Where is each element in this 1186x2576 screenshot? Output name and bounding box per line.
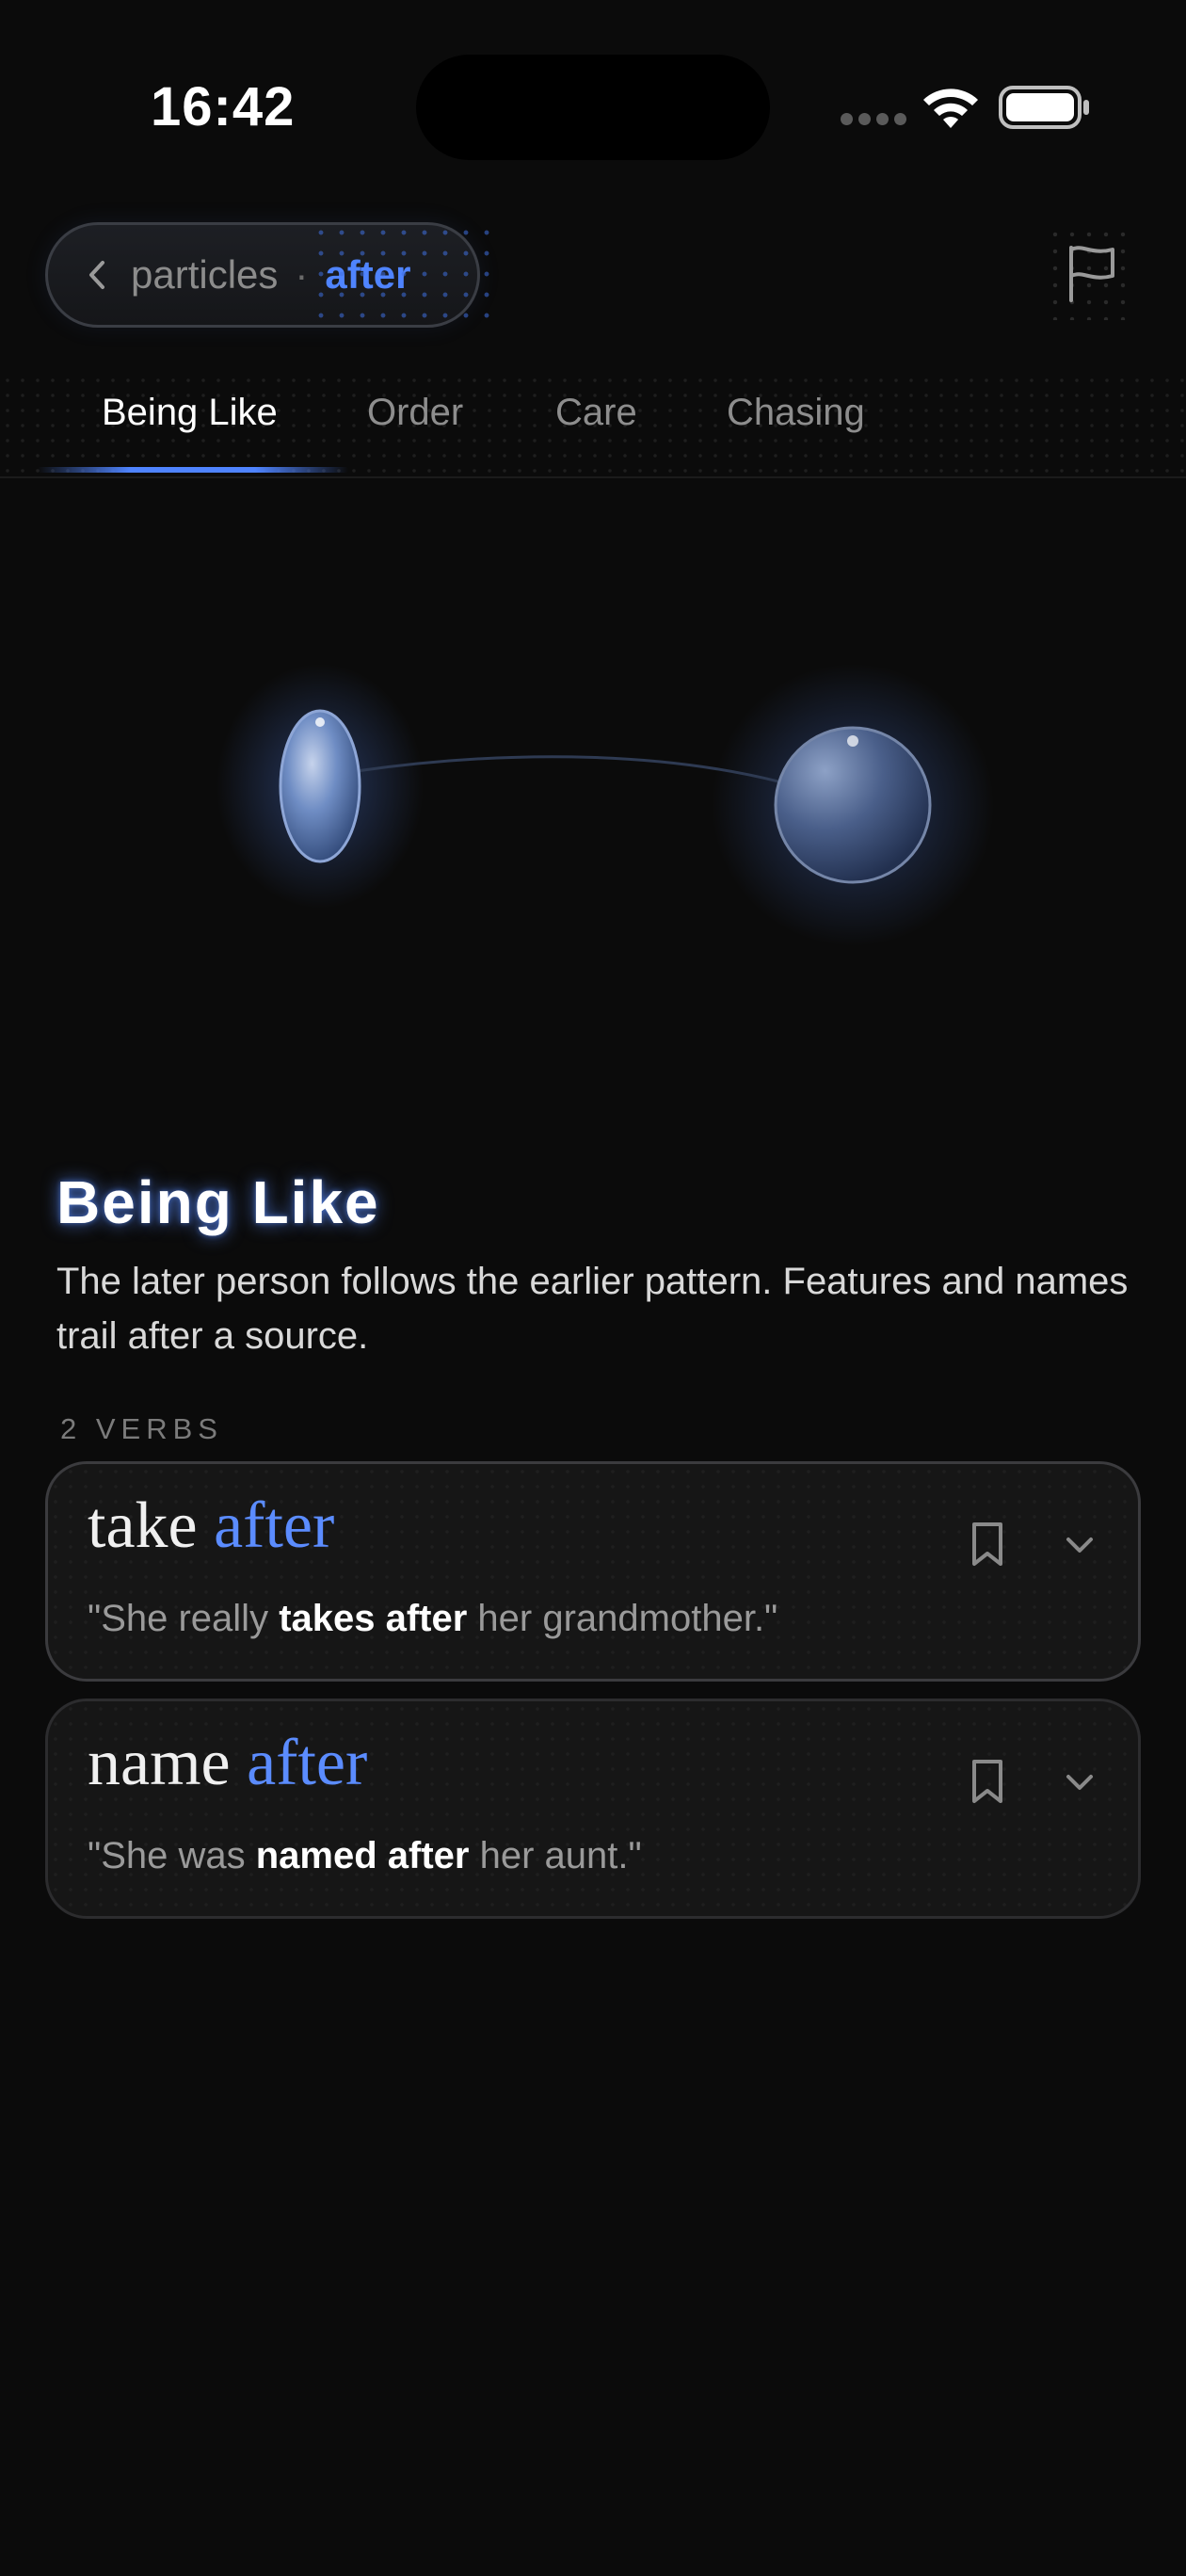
- breadcrumb-current: after: [325, 252, 411, 297]
- example-text: "She really: [88, 1598, 280, 1639]
- verb-word: name: [88, 1727, 231, 1799]
- battery-icon: [999, 86, 1089, 129]
- bookmark-icon: [972, 1760, 1002, 1803]
- chevron-down-icon: [1066, 1775, 1093, 1790]
- breadcrumb-separator: ·: [295, 252, 309, 297]
- tab-bar: Being Like Order Care Chasing: [0, 373, 1186, 478]
- tab-care[interactable]: Care: [555, 392, 637, 434]
- large-sphere-highlight: [847, 735, 858, 747]
- verb-title: name after: [88, 1726, 367, 1801]
- small-oval-highlight: [315, 717, 325, 727]
- bookmark-button[interactable]: [959, 1511, 1016, 1577]
- wifi-icon: [923, 89, 978, 128]
- verb-count-label: 2 VERBS: [60, 1412, 223, 1445]
- flag-button[interactable]: [1047, 226, 1137, 320]
- example-highlight: named after: [255, 1835, 470, 1876]
- verb-example: "She really takes after her grandmother.…: [88, 1598, 777, 1640]
- dynamic-island: [416, 55, 770, 160]
- tab-chasing[interactable]: Chasing: [727, 392, 865, 434]
- example-text: her aunt.": [469, 1835, 642, 1876]
- verb-example: "She was named after her aunt.": [88, 1835, 642, 1877]
- signal-dots-icon: [841, 113, 912, 130]
- section-description: The later person follows the earlier pat…: [56, 1261, 1129, 1357]
- breadcrumb-parent: particles: [131, 252, 279, 297]
- chevron-left-icon: [89, 261, 104, 289]
- section-title: Being Like: [56, 1168, 380, 1236]
- expand-button[interactable]: [1053, 1517, 1106, 1573]
- illustration-scene: [216, 664, 994, 946]
- small-oval-node: [279, 709, 361, 863]
- example-text: "She was: [88, 1835, 256, 1876]
- verb-particle: after: [247, 1727, 368, 1799]
- verb-word: take: [88, 1489, 198, 1562]
- verb-particle: after: [214, 1489, 335, 1562]
- expand-button[interactable]: [1053, 1754, 1106, 1811]
- example-highlight: takes after: [279, 1598, 468, 1639]
- verb-title: take after: [88, 1489, 334, 1564]
- flag-icon: [1069, 246, 1114, 302]
- tab-order[interactable]: Order: [367, 392, 463, 434]
- status-time: 16:42: [151, 76, 296, 137]
- breadcrumb-back-button[interactable]: particles · after: [45, 222, 480, 328]
- status-bar: 16:42: [0, 0, 1186, 188]
- bookmark-button[interactable]: [959, 1748, 1016, 1814]
- bookmark-icon: [972, 1522, 1002, 1566]
- example-text: her grandmother.": [467, 1598, 778, 1639]
- verb-card[interactable]: name after "She was named after her aunt…: [45, 1699, 1141, 1919]
- verb-card[interactable]: take after "She really takes after her g…: [45, 1461, 1141, 1682]
- tab-active-indicator: [38, 467, 348, 473]
- large-sphere-node: [774, 726, 932, 884]
- chevron-down-icon: [1066, 1538, 1093, 1553]
- tab-being-like[interactable]: Being Like: [102, 392, 278, 434]
